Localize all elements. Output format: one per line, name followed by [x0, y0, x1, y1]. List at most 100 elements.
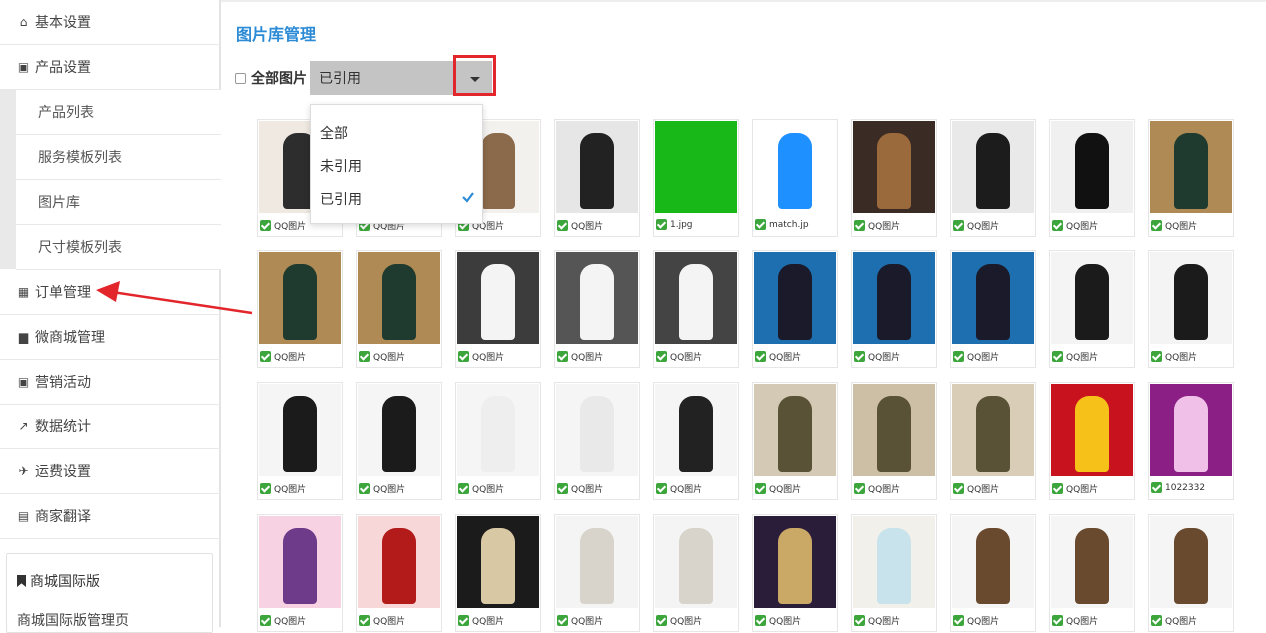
image-tile[interactable]: QQ图片	[554, 119, 640, 237]
image-thumbnail[interactable]	[358, 252, 440, 344]
image-thumbnail[interactable]	[754, 516, 836, 608]
image-tile[interactable]: QQ图片	[950, 382, 1036, 500]
image-tile[interactable]: QQ图片	[950, 250, 1036, 368]
image-thumbnail[interactable]	[259, 516, 341, 608]
image-thumbnail[interactable]	[1150, 516, 1232, 608]
sidebar-item-product-settings[interactable]: ▣ 产品设置	[0, 45, 221, 90]
image-select-checkbox[interactable]	[260, 351, 271, 362]
image-select-checkbox[interactable]	[1151, 220, 1162, 231]
image-tile[interactable]: QQ图片	[455, 250, 541, 368]
image-thumbnail[interactable]	[1051, 121, 1133, 213]
sidebar-item-basic-settings[interactable]: ⌂ 基本设置	[0, 0, 221, 45]
sidebar-item-order-management[interactable]: ▦ 订单管理	[0, 270, 221, 315]
image-tile[interactable]: QQ图片	[257, 382, 343, 500]
image-thumbnail[interactable]	[556, 516, 638, 608]
image-tile[interactable]: QQ图片	[653, 250, 739, 368]
image-tile[interactable]: QQ图片	[851, 250, 937, 368]
select-dropdown-toggle[interactable]	[453, 55, 496, 96]
image-tile[interactable]: QQ图片	[950, 514, 1036, 632]
sidebar-subitem-service-templates[interactable]: 服务模板列表	[16, 135, 221, 180]
image-thumbnail[interactable]	[259, 252, 341, 344]
image-thumbnail[interactable]	[259, 384, 341, 476]
image-tile[interactable]: QQ图片	[653, 382, 739, 500]
image-select-checkbox[interactable]	[1052, 220, 1063, 231]
sidebar-item-shipping[interactable]: ✈ 运费设置	[0, 449, 221, 494]
image-thumbnail[interactable]	[853, 516, 935, 608]
image-select-checkbox[interactable]	[557, 615, 568, 626]
image-thumbnail[interactable]	[1051, 384, 1133, 476]
image-tile[interactable]: 1022332	[1148, 382, 1234, 500]
image-tile[interactable]: QQ图片	[554, 514, 640, 632]
image-select-checkbox[interactable]	[359, 615, 370, 626]
image-select-checkbox[interactable]	[359, 351, 370, 362]
select-all-checkbox[interactable]	[235, 72, 246, 84]
image-thumbnail[interactable]	[754, 252, 836, 344]
image-tile[interactable]: QQ图片	[1148, 250, 1234, 368]
image-select-checkbox[interactable]	[854, 615, 865, 626]
dropdown-option-all[interactable]: 全部	[320, 123, 348, 143]
image-select-checkbox[interactable]	[656, 219, 667, 230]
image-select-checkbox[interactable]	[656, 483, 667, 494]
image-thumbnail[interactable]	[1051, 252, 1133, 344]
image-select-checkbox[interactable]	[755, 219, 766, 230]
image-tile[interactable]: QQ图片	[356, 250, 442, 368]
sidebar-subitem-product-list[interactable]: 产品列表	[16, 90, 221, 135]
image-thumbnail[interactable]	[358, 516, 440, 608]
image-select-checkbox[interactable]	[1151, 351, 1162, 362]
image-tile[interactable]: QQ图片	[455, 514, 541, 632]
image-select-checkbox[interactable]	[755, 615, 766, 626]
image-thumbnail[interactable]	[952, 516, 1034, 608]
image-thumbnail[interactable]	[556, 121, 638, 213]
image-select-checkbox[interactable]	[1052, 483, 1063, 494]
image-tile[interactable]: QQ图片	[752, 382, 838, 500]
image-tile[interactable]: QQ图片	[752, 514, 838, 632]
image-tile[interactable]: QQ图片	[1049, 382, 1135, 500]
image-select-checkbox[interactable]	[1151, 482, 1162, 493]
image-thumbnail[interactable]	[655, 516, 737, 608]
image-select-checkbox[interactable]	[953, 483, 964, 494]
image-tile[interactable]: QQ图片	[851, 514, 937, 632]
image-thumbnail[interactable]	[655, 384, 737, 476]
image-tile[interactable]: QQ图片	[356, 382, 442, 500]
intl-manage-link[interactable]: 商城国际版管理页	[17, 610, 129, 630]
image-tile[interactable]: QQ图片	[257, 514, 343, 632]
image-select-checkbox[interactable]	[755, 483, 766, 494]
sidebar-item-statistics[interactable]: ↗ 数据统计	[0, 404, 221, 449]
image-thumbnail[interactable]	[754, 121, 836, 213]
image-select-checkbox[interactable]	[854, 483, 865, 494]
image-select-checkbox[interactable]	[854, 220, 865, 231]
image-tile[interactable]: QQ图片	[455, 382, 541, 500]
image-select-checkbox[interactable]	[656, 351, 667, 362]
image-thumbnail[interactable]	[853, 384, 935, 476]
image-thumbnail[interactable]	[853, 121, 935, 213]
image-select-checkbox[interactable]	[458, 351, 469, 362]
image-tile[interactable]: QQ图片	[851, 119, 937, 237]
image-select-checkbox[interactable]	[953, 220, 964, 231]
image-tile[interactable]: QQ图片	[1049, 250, 1135, 368]
image-thumbnail[interactable]	[457, 252, 539, 344]
image-thumbnail[interactable]	[556, 252, 638, 344]
image-select-checkbox[interactable]	[953, 615, 964, 626]
image-select-checkbox[interactable]	[557, 220, 568, 231]
image-tile[interactable]: match.jp	[752, 119, 838, 237]
image-select-checkbox[interactable]	[359, 483, 370, 494]
image-select-checkbox[interactable]	[1151, 615, 1162, 626]
dropdown-option-unreferenced[interactable]: 未引用	[320, 156, 362, 176]
image-select-checkbox[interactable]	[1052, 615, 1063, 626]
image-thumbnail[interactable]	[853, 252, 935, 344]
image-tile[interactable]: QQ图片	[851, 382, 937, 500]
image-tile[interactable]: QQ图片	[1148, 514, 1234, 632]
image-tile[interactable]: QQ图片	[554, 250, 640, 368]
image-thumbnail[interactable]	[457, 384, 539, 476]
image-thumbnail[interactable]	[1051, 516, 1133, 608]
image-tile[interactable]: QQ图片	[356, 514, 442, 632]
image-tile[interactable]: QQ图片	[653, 514, 739, 632]
image-tile[interactable]: QQ图片	[1049, 514, 1135, 632]
image-tile[interactable]: QQ图片	[257, 250, 343, 368]
image-thumbnail[interactable]	[1150, 121, 1232, 213]
dropdown-option-referenced[interactable]: 已引用	[320, 189, 362, 209]
sidebar-subitem-size-templates[interactable]: 尺寸模板列表	[16, 225, 221, 270]
image-thumbnail[interactable]	[1150, 252, 1232, 344]
image-select-checkbox[interactable]	[260, 220, 271, 231]
image-select-checkbox[interactable]	[458, 615, 469, 626]
